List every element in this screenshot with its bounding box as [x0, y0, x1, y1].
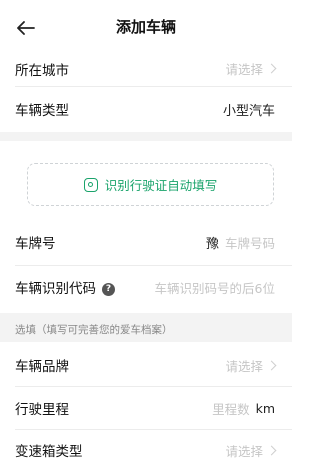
divider — [15, 86, 292, 87]
scan-license-button[interactable]: 识别行驶证自动填写 — [27, 163, 274, 206]
city-row[interactable]: 所在城市 请选择 — [0, 52, 292, 85]
mileage-unit: km — [255, 400, 275, 416]
mileage-input-group: 里程数 km — [212, 399, 275, 418]
mileage-row: 行驶里程 里程数 km — [0, 393, 292, 423]
brand-placeholder: 请选择 — [225, 358, 263, 374]
divider — [15, 386, 292, 387]
brand-label: 车辆品牌 — [15, 359, 69, 375]
page-title: 添加车辆 — [115, 18, 176, 36]
vehicle-type-row[interactable]: 车辆类型 小型汽车 — [0, 92, 292, 126]
help-icon[interactable]: ? — [102, 282, 115, 296]
gearbox-select[interactable]: 请选择 — [225, 441, 277, 460]
mileage-label: 行驶里程 — [15, 402, 69, 418]
city-select[interactable]: 请选择 — [225, 59, 277, 78]
chevron-right-icon — [266, 445, 277, 455]
vin-row: 车辆识别代码? 车辆识别码号的后6位 — [0, 272, 292, 302]
gearbox-row[interactable]: 变速箱类型 请选择 — [0, 436, 292, 461]
brand-select[interactable]: 请选择 — [225, 356, 277, 375]
gearbox-placeholder: 请选择 — [225, 443, 263, 459]
vehicle-type-value[interactable]: 小型汽车 — [223, 100, 275, 119]
divider — [15, 429, 292, 430]
scan-license-label: 识别行驶证自动填写 — [104, 178, 218, 193]
plate-input-group: 豫 车牌号码 — [206, 233, 275, 252]
camera-icon — [83, 177, 98, 192]
city-placeholder: 请选择 — [225, 62, 263, 77]
plate-label: 车牌号 — [15, 236, 56, 252]
vin-input[interactable]: 车辆识别码号的后6位 — [155, 278, 275, 297]
chevron-right-icon — [266, 360, 277, 370]
vin-label-group: 车辆识别代码? — [15, 277, 115, 297]
divider — [15, 265, 292, 266]
city-label: 所在城市 — [15, 62, 69, 79]
province-selector[interactable]: 豫 — [206, 233, 219, 252]
chevron-right-icon — [266, 63, 277, 74]
optional-note: 选填（填写可完善您的爱车档案） — [15, 324, 173, 336]
section-gap — [0, 132, 292, 141]
plate-input[interactable]: 车牌号码 — [225, 233, 275, 252]
brand-row[interactable]: 车辆品牌 请选择 — [0, 350, 292, 380]
header-bar: 添加车辆 — [0, 0, 292, 52]
vin-label: 车辆识别代码 — [15, 281, 96, 297]
mileage-input[interactable]: 里程数 — [212, 399, 250, 418]
plate-row: 车牌号 豫 车牌号码 — [0, 227, 292, 257]
vehicle-type-label: 车辆类型 — [15, 103, 69, 119]
gearbox-label: 变速箱类型 — [15, 444, 83, 460]
